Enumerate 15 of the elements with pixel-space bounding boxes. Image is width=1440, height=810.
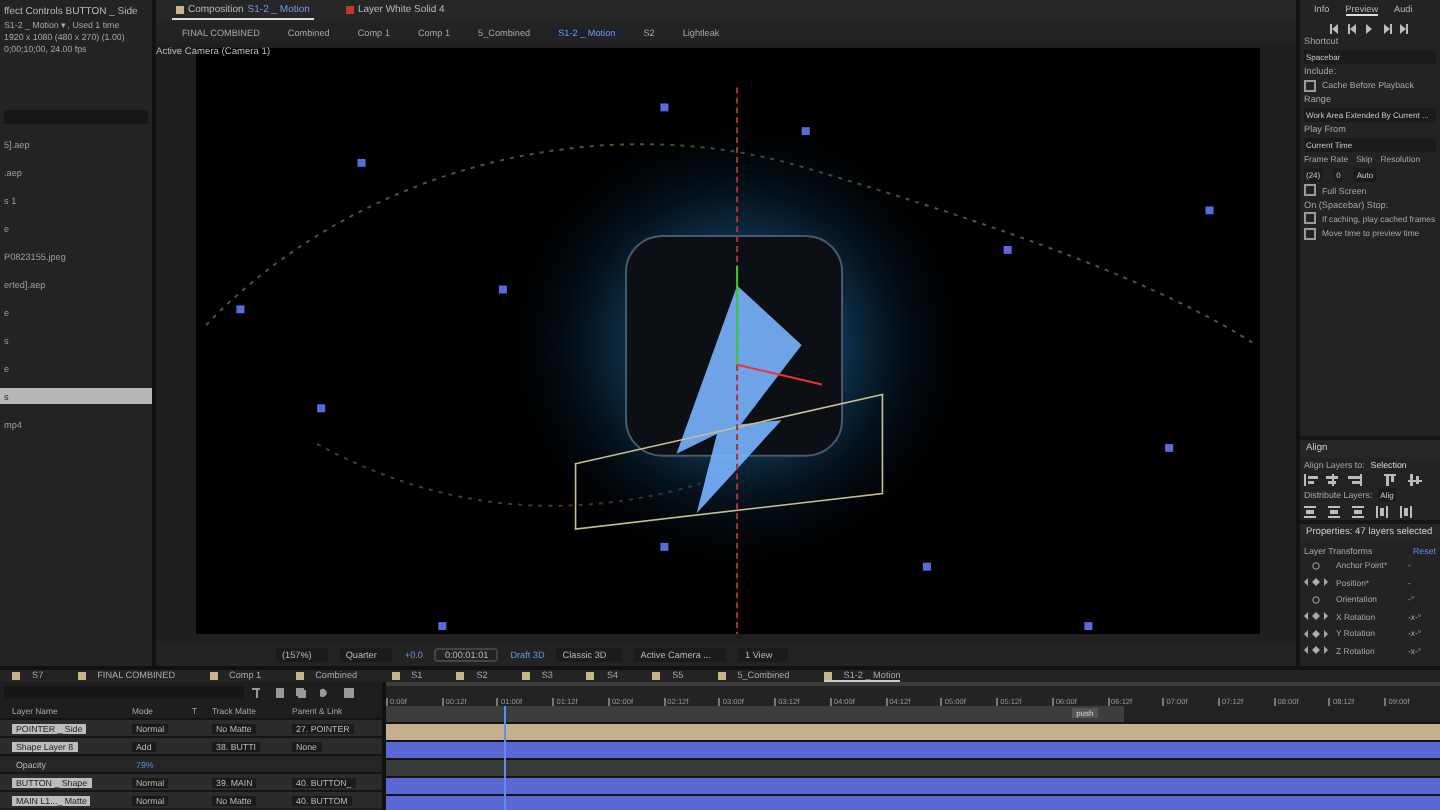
layer-bar[interactable] bbox=[386, 794, 1440, 810]
checkbox[interactable] bbox=[1304, 184, 1316, 196]
keyframe-nav-icon[interactable] bbox=[1304, 629, 1328, 637]
stopwatch-icon[interactable] bbox=[1312, 595, 1320, 603]
keyframe-nav-icon[interactable] bbox=[1304, 612, 1328, 620]
checkbox[interactable] bbox=[1304, 212, 1316, 224]
layer-bar[interactable] bbox=[386, 776, 1440, 794]
layer-bar[interactable] bbox=[386, 722, 1440, 740]
playback-controls-icon[interactable] bbox=[1330, 23, 1410, 33]
checkbox[interactable] bbox=[1304, 79, 1316, 91]
checkbox[interactable] bbox=[1304, 227, 1316, 239]
stopwatch-icon[interactable] bbox=[1312, 561, 1320, 569]
keyframe-nav-icon[interactable] bbox=[1304, 578, 1328, 586]
keyframe-nav-icon[interactable] bbox=[1304, 646, 1328, 654]
layer-bar[interactable] bbox=[386, 740, 1440, 758]
